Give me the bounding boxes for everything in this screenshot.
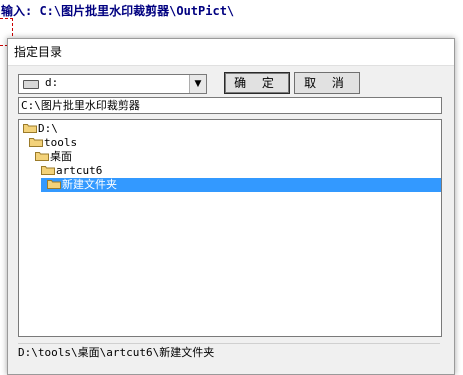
tree-node-selected[interactable]: 新建文件夹 xyxy=(41,178,441,192)
tree-node-label: tools xyxy=(44,136,78,149)
drive-select[interactable]: d: ▼ xyxy=(18,74,207,94)
folder-icon xyxy=(47,180,61,189)
select-directory-dialog: 指定目录 d: ▼ 确 定 取 消 C:\图片批里水印裁剪器 D:\ tools… xyxy=(7,38,455,375)
folder-icon xyxy=(23,124,37,133)
tree-node[interactable]: 桌面 xyxy=(35,150,72,164)
dialog-title: 指定目录 xyxy=(8,39,454,66)
tree-node-label: artcut6 xyxy=(56,164,103,177)
ok-button[interactable]: 确 定 xyxy=(224,72,290,94)
hard-drive-icon xyxy=(23,80,39,89)
tree-node-label: D:\ xyxy=(38,122,58,135)
tree-node[interactable]: tools xyxy=(29,136,77,150)
path-field[interactable]: C:\图片批里水印裁剪器 xyxy=(18,97,442,114)
tree-node[interactable]: artcut6 xyxy=(41,164,102,178)
folder-icon xyxy=(35,152,49,161)
selected-path-status: D:\tools\桌面\artcut6\新建文件夹 xyxy=(18,343,440,362)
directory-tree[interactable]: D:\ tools 桌面 artcut6 新建文件夹 xyxy=(18,119,442,337)
drive-select-value: d: xyxy=(45,76,59,89)
cancel-button[interactable]: 取 消 xyxy=(294,72,360,94)
folder-icon xyxy=(29,138,43,147)
chevron-down-icon[interactable]: ▼ xyxy=(189,75,206,93)
input-path-label: 输入: C:\图片批里水印裁剪器\OutPict\ xyxy=(1,4,235,18)
folder-icon xyxy=(41,166,55,175)
tree-node-label: 新建文件夹 xyxy=(62,178,117,191)
tree-node[interactable]: D:\ xyxy=(23,122,58,136)
tree-node-label: 桌面 xyxy=(50,150,72,163)
